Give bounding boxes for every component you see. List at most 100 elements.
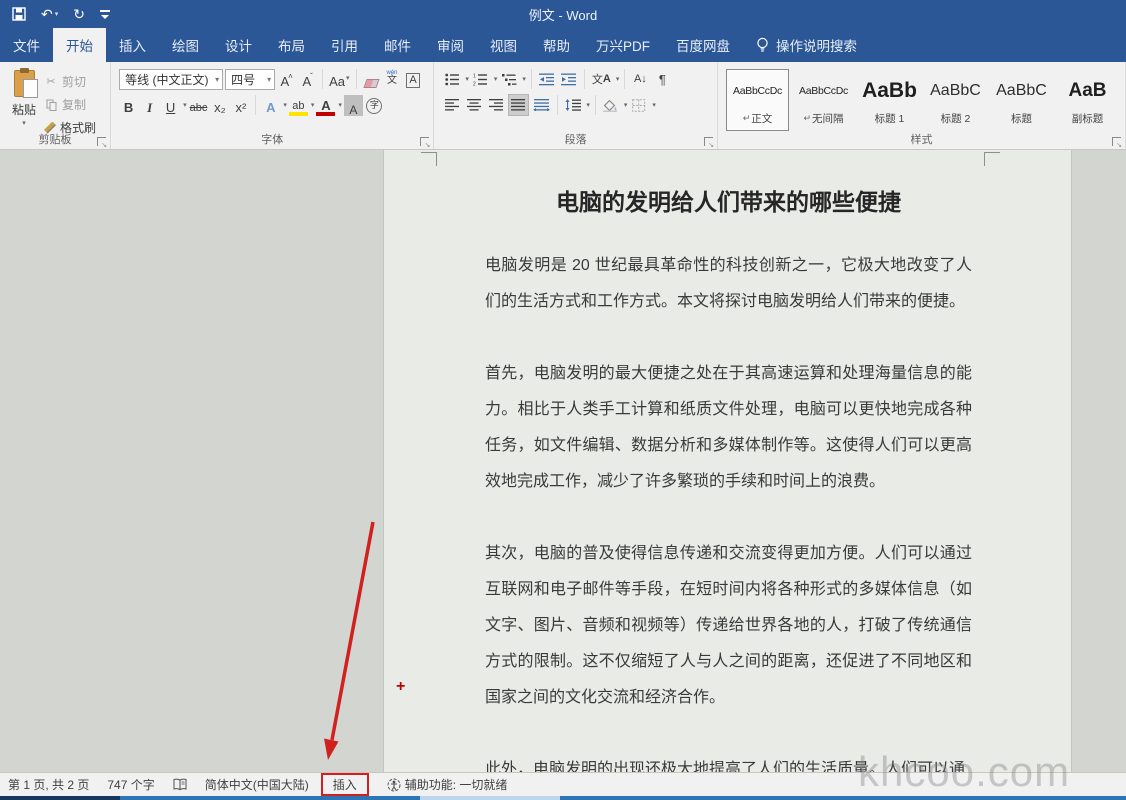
strikethrough-button[interactable]: abc [189,95,209,116]
cut-button[interactable]: ✂ 剪切 [44,73,96,90]
svg-text:2: 2 [473,81,476,86]
paint-bucket-icon [603,99,619,112]
line-spacing-button[interactable] [563,94,583,116]
increase-indent-icon [561,73,577,86]
font-dialog-launcher[interactable] [420,137,429,146]
style-normal[interactable]: AaBbCcDc ↵正文 [726,69,789,131]
clipboard-group: 粘贴 ▾ ✂ 剪切 复制 格式刷 剪贴板 [0,62,111,149]
numbering-button[interactable]: 12 [471,68,491,90]
shrink-font-button[interactable]: Aˇ [298,69,317,90]
tab-review[interactable]: 审阅 [424,28,477,62]
status-bar: 第 1 页, 共 2 页 747 个字 简体中文(中国大陆) 插入 辅助功能: … [0,772,1126,796]
tab-home[interactable]: 开始 [53,28,106,62]
enclose-characters-button[interactable]: 字 [365,95,384,116]
phonetic-guide-button[interactable]: wén 文 [383,69,402,90]
distribute-button[interactable] [531,94,552,116]
clear-formatting-button[interactable] [362,69,381,90]
accessibility-icon [387,778,401,792]
borders-button[interactable] [629,94,649,116]
language-indicator[interactable]: 简体中文(中国大陆) [205,776,309,793]
asian-layout-button[interactable]: 文A [590,68,613,90]
borders-icon [632,99,646,112]
justify-button[interactable] [508,94,529,116]
scissors-icon: ✂ [44,75,58,89]
text-highlight-button[interactable]: ab [289,95,308,116]
tab-wondershare-pdf[interactable]: 万兴PDF [583,28,663,62]
paragraph-group-label: 段落 [434,131,717,147]
bullets-button[interactable] [442,68,462,90]
numbering-icon: 12 [473,73,488,86]
styles-group-label: 样式 [718,131,1125,147]
show-hide-marks-button[interactable]: ¶ [652,68,672,90]
sort-button[interactable]: A↓ [630,68,650,90]
tab-layout[interactable]: 布局 [265,28,318,62]
document-paragraph: 电脑发明是 20 世纪最具革命性的科技创新之一，它极大地改变了人们的生活方式和工… [485,248,972,320]
style-no-spacing[interactable]: AaBbCcDc ↵无间隔 [792,69,855,131]
styles-dialog-launcher[interactable] [1112,137,1121,146]
character-shading-button[interactable]: A [344,95,363,116]
change-case-button[interactable]: Aa▾ [328,69,350,90]
bullets-icon [445,73,460,86]
tab-help[interactable]: 帮助 [530,28,583,62]
paragraph-dialog-launcher[interactable] [704,137,713,146]
bold-button[interactable]: B [119,95,138,116]
tab-insert[interactable]: 插入 [106,28,159,62]
document-body[interactable]: 电脑的发明给人们带来的哪些便捷 电脑发明是 20 世纪最具革命性的科技创新之一，… [485,184,972,772]
svg-text:1: 1 [473,73,476,79]
tab-references[interactable]: 引用 [318,28,371,62]
grow-font-button[interactable]: A˄ [277,69,296,90]
title-bar: ↶▾ ↻ 例文 - Word [0,0,1126,28]
multilevel-list-button[interactable] [499,68,519,90]
style-title[interactable]: AaBbC 标题 [990,69,1053,131]
lightbulb-icon [756,37,769,54]
text-effects-button[interactable]: A [261,95,280,116]
superscript-button[interactable]: x² [231,95,250,116]
italic-button[interactable]: I [140,95,159,116]
margin-mark-top-right [984,152,1000,166]
clipboard-dialog-launcher[interactable] [97,137,106,146]
font-color-button[interactable]: A [316,95,335,116]
accessibility-status[interactable]: 辅助功能: 一切就绪 [387,776,508,793]
subscript-button[interactable]: x₂ [210,95,229,116]
proofing-status-icon[interactable] [173,778,187,791]
document-canvas: 电脑的发明给人们带来的哪些便捷 电脑发明是 20 世纪最具革命性的科技创新之一，… [0,150,1126,772]
increase-indent-button[interactable] [559,68,579,90]
document-paragraph: 首先，电脑发明的最大便捷之处在于其高速运算和处理海量信息的能力。相比于人类手工计… [485,356,972,500]
page-number-indicator[interactable]: 第 1 页, 共 2 页 [8,776,89,793]
align-left-button[interactable] [442,94,462,116]
style-heading-1[interactable]: AaBb 标题 1 [858,69,921,131]
align-right-button[interactable] [486,94,506,116]
word-count-indicator[interactable]: 747 个字 [107,776,154,793]
tab-mailings[interactable]: 邮件 [371,28,424,62]
character-border-button[interactable]: A [404,69,423,90]
document-paragraph: 其次，电脑的普及使得信息传递和交流变得更加方便。人们可以通过互联网和电子邮件等手… [485,536,972,716]
underline-button[interactable]: U [161,95,180,116]
style-heading-2[interactable]: AaBbC 标题 2 [924,69,987,131]
tab-draw[interactable]: 绘图 [159,28,212,62]
decrease-indent-button[interactable] [537,68,557,90]
tab-file[interactable]: 文件 [0,28,53,62]
styles-group: AaBbCcDc ↵正文 AaBbCcDc ↵无间隔 AaBb 标题 1 AaB… [718,62,1126,149]
copy-button[interactable]: 复制 [44,96,96,113]
insert-mode-indicator[interactable]: 插入 [321,773,369,796]
font-size-combobox[interactable]: 四号▾ [225,69,275,90]
tab-design[interactable]: 设计 [212,28,265,62]
style-subtitle[interactable]: AaB 副标题 [1056,69,1119,131]
paragraph-group: ▾ 12 ▾ ▾ 文A▾ A↓ ¶ [434,62,718,149]
taskbar-edge [0,796,1126,800]
paste-button[interactable]: 粘贴 ▾ [4,66,44,133]
tell-me-search[interactable]: 操作说明搜索 [743,28,870,62]
align-center-button[interactable] [464,94,484,116]
document-page[interactable]: 电脑的发明给人们带来的哪些便捷 电脑发明是 20 世纪最具革命性的科技创新之一，… [383,150,1072,772]
decrease-indent-icon [539,73,555,86]
tab-baidu-netdisk[interactable]: 百度网盘 [663,28,743,62]
copy-icon [44,98,58,112]
shading-button[interactable] [601,94,621,116]
paste-dropdown-caret[interactable]: ▾ [22,119,26,127]
tab-view[interactable]: 视图 [477,28,530,62]
clipboard-group-label: 剪贴板 [0,131,110,147]
align-left-icon [445,99,460,111]
font-name-combobox[interactable]: 等线 (中文正文)▾ [119,69,223,90]
document-title: 电脑的发明给人们带来的哪些便捷 [485,184,972,220]
margin-mark-top-left [421,152,437,166]
